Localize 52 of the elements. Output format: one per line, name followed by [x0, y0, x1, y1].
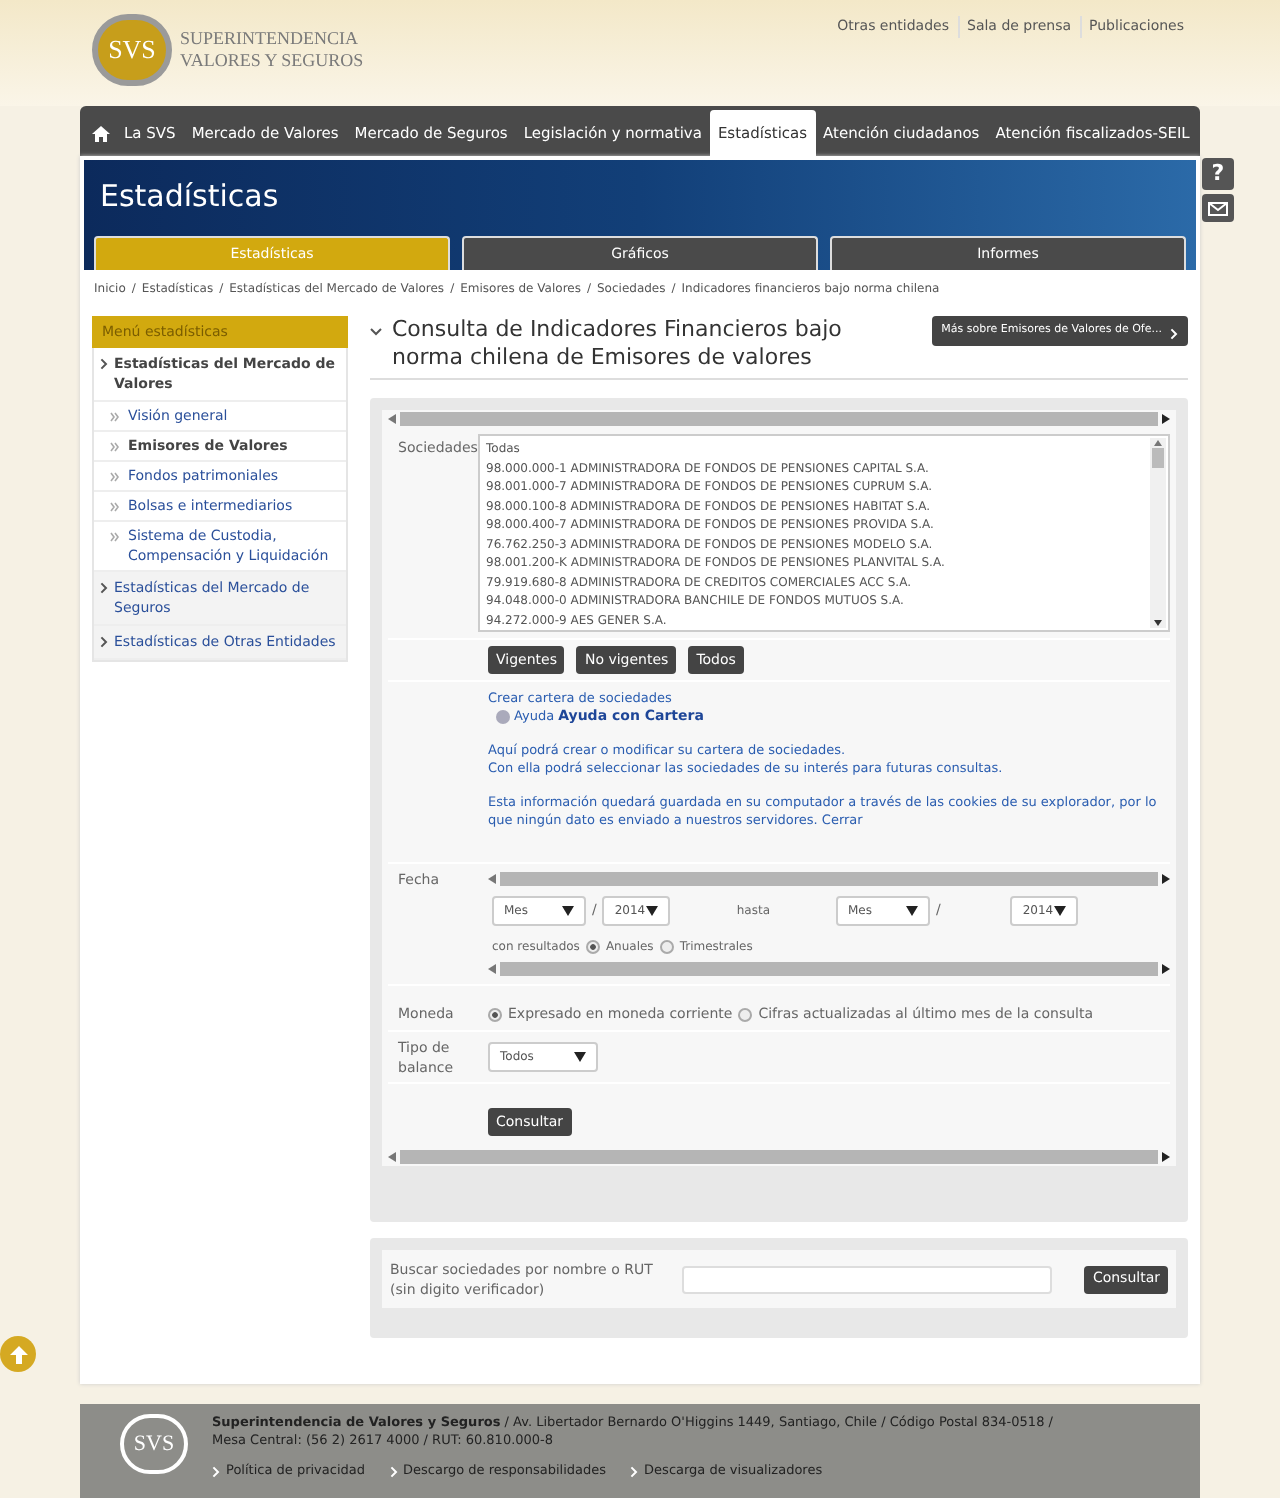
double-chevron-icon: [110, 442, 120, 452]
caret-icon: [574, 1052, 586, 1062]
caret-icon: [646, 905, 659, 915]
double-chevron-icon: [110, 412, 120, 422]
footer-logo: SVS: [120, 1414, 188, 1474]
scroll-top-button[interactable]: [0, 1336, 36, 1372]
help-icon: [496, 710, 510, 724]
horizontal-scrollbar[interactable]: [400, 412, 1158, 426]
double-chevron-icon: [110, 532, 120, 542]
scroll-left-icon[interactable]: [388, 414, 396, 424]
horizontal-scrollbar[interactable]: [500, 872, 1158, 886]
help-button[interactable]: ?: [1202, 158, 1234, 190]
chevron-icon: [389, 1466, 397, 1478]
mail-icon: [1208, 201, 1228, 215]
scrollbar-thumb[interactable]: [1152, 448, 1164, 468]
scroll-right-icon[interactable]: [1162, 414, 1170, 424]
radio-button[interactable]: [738, 1008, 753, 1022]
scroll-right-icon[interactable]: [1162, 874, 1170, 884]
scroll-left-icon[interactable]: [488, 964, 496, 974]
mail-button[interactable]: [1202, 194, 1234, 222]
page-title: Consulta de Indicadores Financieros bajo norma chilena de Emisores de valores: [392, 316, 844, 370]
caret-icon: [562, 905, 574, 915]
chevron-icon: [100, 358, 108, 370]
radio-button[interactable]: [659, 939, 674, 953]
double-chevron-icon: [110, 472, 120, 482]
scroll-down-icon[interactable]: [1154, 620, 1162, 626]
arrow-up-icon: [9, 1345, 27, 1363]
caret-icon: [1054, 905, 1067, 915]
banner-title: Estadísticas: [100, 176, 279, 218]
scroll-left-icon[interactable]: [488, 874, 496, 884]
chevron-icon: [370, 328, 382, 336]
radio-button[interactable]: [488, 1008, 502, 1022]
scroll-right-icon[interactable]: [1162, 1152, 1170, 1162]
chevron-icon: [630, 1466, 639, 1478]
chevron-icon: [100, 582, 108, 594]
scroll-right-icon[interactable]: [1162, 964, 1170, 974]
logo-text: VALORES Y SEGUROS: [180, 50, 364, 72]
radio-button[interactable]: [585, 939, 600, 953]
home-icon[interactable]: [92, 125, 110, 141]
horizontal-scrollbar[interactable]: [500, 962, 1158, 976]
chevron-icon: [212, 1466, 220, 1478]
scroll-left-icon[interactable]: [388, 1152, 396, 1162]
company-listbox[interactable]: [478, 434, 1170, 632]
vertical-scrollbar[interactable]: [1150, 438, 1166, 628]
chevron-icon: [1170, 327, 1178, 339]
chevron-icon: [100, 636, 108, 648]
search-field[interactable]: [682, 1265, 1052, 1293]
logo-emblem: SVS: [92, 14, 172, 86]
double-chevron-icon: [110, 502, 120, 512]
horizontal-scrollbar[interactable]: [400, 1150, 1158, 1164]
caret-icon: [906, 905, 918, 915]
logo-text: SUPERINTENDENCIA: [180, 28, 360, 50]
